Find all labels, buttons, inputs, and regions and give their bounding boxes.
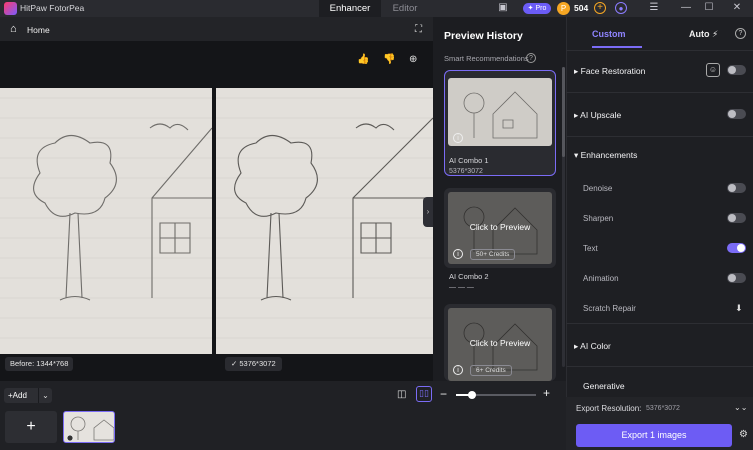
- gear-icon[interactable]: ⚙: [739, 429, 748, 440]
- info-icon[interactable]: i: [453, 249, 463, 259]
- section-label: AI Color: [580, 341, 611, 351]
- section-ai-color[interactable]: ▸ AI Color: [574, 341, 611, 352]
- gift-icon[interactable]: ▣: [497, 2, 509, 14]
- zoom-in-plus-icon[interactable]: +: [543, 386, 550, 400]
- export-button[interactable]: Export 1 images: [576, 424, 732, 447]
- section-label: Enhancements: [580, 150, 638, 160]
- thumbnail-sketch: [66, 416, 114, 442]
- after-resolution-label: ✓ 5376*3072: [225, 357, 282, 371]
- face-restoration-toggle[interactable]: [727, 65, 746, 75]
- app-logo-icon: [4, 2, 17, 15]
- smart-recommendations-label: Smart Recommendations: [444, 54, 529, 63]
- divider: [566, 366, 753, 367]
- info-icon[interactable]: i: [453, 365, 463, 375]
- history-card-size: 5376*3072: [449, 168, 483, 175]
- text-label: Text: [583, 244, 598, 253]
- history-card-name: AI Combo 2: [449, 272, 489, 281]
- home-link[interactable]: Home: [27, 25, 50, 35]
- section-face-restoration[interactable]: ▸ Face Restoration: [574, 66, 645, 77]
- coin-icon: P: [557, 2, 570, 15]
- app-title: HitPaw FotorPea: [20, 3, 85, 13]
- face-settings-icon[interactable]: ☺: [706, 63, 720, 77]
- download-icon[interactable]: ⬇: [735, 303, 743, 314]
- ai-upscale-toggle[interactable]: [727, 109, 746, 119]
- zoom-in-icon[interactable]: ⊕: [409, 54, 417, 65]
- divider: [566, 323, 753, 324]
- history-scrollbar-thumb[interactable]: [562, 67, 565, 157]
- help-icon[interactable]: ?: [735, 28, 746, 39]
- home-bar: [0, 17, 433, 41]
- tab-custom-underline: [592, 46, 642, 48]
- click-to-preview-label[interactable]: Click to Preview: [448, 222, 552, 232]
- denoise-toggle[interactable]: [727, 183, 746, 193]
- pro-badge[interactable]: ✦ Pro: [523, 3, 551, 14]
- divider: [566, 92, 753, 93]
- divider: [566, 136, 753, 137]
- tab-editor[interactable]: Editor: [381, 0, 429, 17]
- caret-right-icon: ▸: [574, 66, 581, 76]
- house-sketch-after: [216, 97, 433, 339]
- after-image[interactable]: [216, 88, 433, 354]
- export-resolution-value: 5376*3072: [646, 405, 680, 412]
- info-icon[interactable]: i: [453, 133, 463, 143]
- house-sketch-before: [0, 97, 212, 339]
- caret-down-icon: ▾: [574, 150, 581, 160]
- help-icon[interactable]: ?: [526, 53, 536, 63]
- history-card-name: AI Combo 1: [449, 156, 489, 165]
- section-label: AI Upscale: [580, 110, 622, 120]
- credit-count: 504: [574, 3, 589, 13]
- section-enhancements[interactable]: ▾ Enhancements: [574, 150, 637, 161]
- section-generative[interactable]: Generative: [583, 381, 625, 391]
- denoise-label: Denoise: [583, 184, 613, 193]
- add-image-tile[interactable]: +: [5, 411, 57, 443]
- history-thumb-1: [448, 78, 552, 146]
- section-ai-upscale[interactable]: ▸ AI Upscale: [574, 110, 621, 121]
- credit-chip: 6+ Credits: [470, 365, 512, 376]
- sharpen-label: Sharpen: [583, 214, 614, 223]
- zoom-out-icon[interactable]: −: [440, 387, 447, 401]
- split-view-icon[interactable]: ◫: [397, 389, 406, 400]
- minimize-icon[interactable]: —: [680, 2, 692, 14]
- tab-auto[interactable]: Auto ⚡: [689, 29, 718, 40]
- close-icon[interactable]: ✕: [731, 2, 743, 14]
- section-label: Face Restoration: [580, 66, 646, 76]
- sharpen-toggle[interactable]: [727, 213, 746, 223]
- account-icon[interactable]: ●: [615, 2, 627, 14]
- menu-icon[interactable]: ☰: [648, 2, 660, 14]
- thumbs-down-icon[interactable]: 👎: [383, 54, 395, 65]
- buy-credits-button[interactable]: +: [594, 2, 606, 14]
- animation-toggle[interactable]: [727, 273, 746, 283]
- before-image[interactable]: [0, 88, 212, 354]
- crop-icon[interactable]: ⛶: [415, 24, 422, 35]
- divider: [566, 50, 753, 51]
- tab-enhancer[interactable]: Enhancer: [319, 0, 381, 17]
- scratch-repair-label: Scratch Repair: [583, 304, 636, 313]
- thumbs-up-icon[interactable]: 👍: [357, 54, 369, 65]
- home-icon[interactable]: ⌂: [10, 23, 17, 35]
- tab-custom[interactable]: Custom: [592, 29, 626, 39]
- compare-view-icon[interactable]: ▯▯: [416, 386, 432, 402]
- collapse-history-handle[interactable]: ›: [423, 197, 433, 227]
- click-to-preview-label[interactable]: Click to Preview: [448, 338, 552, 348]
- text-toggle[interactable]: [727, 243, 746, 253]
- history-title: Preview History: [444, 30, 523, 42]
- after-resolution-text: 5376*3072: [239, 359, 276, 368]
- history-card-size: — — —: [449, 284, 474, 291]
- image-thumbnail[interactable]: [63, 411, 115, 443]
- maximize-icon[interactable]: ☐: [703, 2, 715, 14]
- animation-label: Animation: [583, 274, 619, 283]
- add-label: Add: [12, 391, 27, 400]
- zoom-slider-knob[interactable]: [468, 391, 476, 399]
- credit-chip: 50+ Credits: [470, 249, 516, 260]
- export-resolution-label: Export Resolution:: [576, 404, 642, 413]
- before-resolution-label: Before: 1344*768: [5, 357, 74, 371]
- double-chevron-down-icon[interactable]: ⌄⌄: [734, 403, 747, 412]
- add-dropdown-chevron-icon[interactable]: ⌄: [38, 388, 52, 403]
